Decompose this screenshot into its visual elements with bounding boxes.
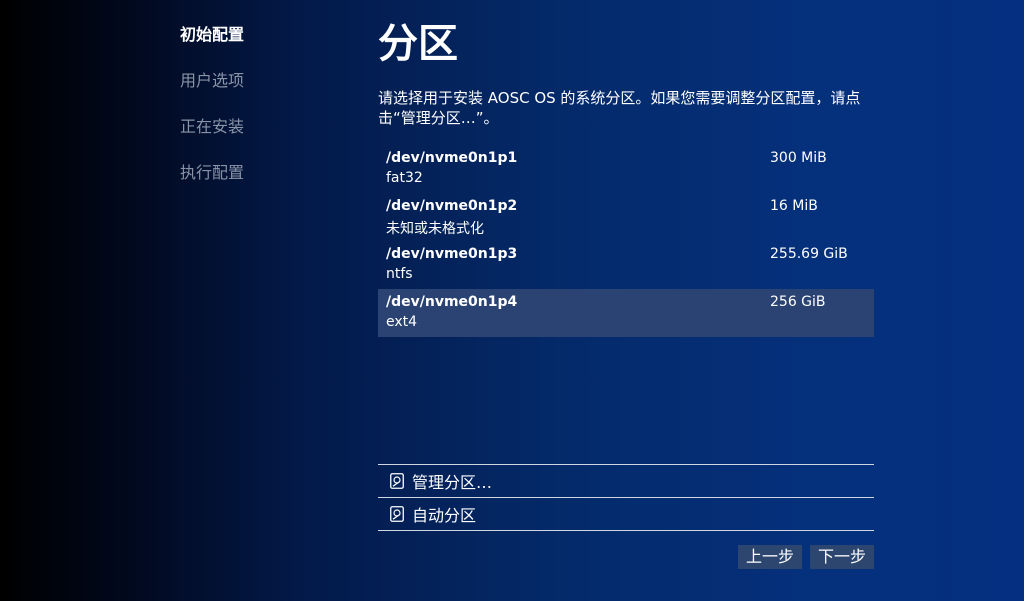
partition-filesystem: ext4 xyxy=(386,314,418,330)
partition-size: 300 MiB xyxy=(770,150,827,166)
back-button[interactable]: 上一步 xyxy=(738,545,802,569)
page-description: 请选择用于安装 AOSC OS 的系统分区。如果您需要调整分区配置，请点击“管理… xyxy=(378,89,861,127)
main-panel: 分区 请选择用于安装 AOSC OS 的系统分区。如果您需要调整分区配置，请点击… xyxy=(378,18,874,337)
partition-filesystem: fat32 xyxy=(386,170,423,186)
partition-row[interactable]: /dev/nvme0n1p3 ntfs 255.69 GiB xyxy=(378,241,874,289)
partition-size: 255.69 GiB xyxy=(770,246,848,262)
page-title: 分区 xyxy=(378,21,458,67)
step-sidebar: 初始配置 用户选项 正在安装 执行配置 xyxy=(180,22,244,206)
partition-filesystem: 未知或未格式化 xyxy=(386,221,484,237)
partition-size: 16 MiB xyxy=(770,198,818,214)
partition-row[interactable]: /dev/nvme0n1p2 未知或未格式化 16 MiB xyxy=(378,193,874,241)
partition-path: /dev/nvme0n1p1 xyxy=(386,150,518,166)
partition-size: 256 GiB xyxy=(770,294,826,310)
auto-partition-button[interactable]: 自动分区 xyxy=(378,498,874,531)
partition-path: /dev/nvme0n1p2 xyxy=(386,198,518,214)
manage-partitions-label: 管理分区… xyxy=(412,473,493,492)
partition-actions: 管理分区… 自动分区 xyxy=(378,464,874,531)
disk-edit-icon xyxy=(390,473,404,489)
step-initial-config: 初始配置 xyxy=(180,25,245,44)
step-user-options: 用户选项 xyxy=(180,71,245,90)
manage-partitions-button[interactable]: 管理分区… xyxy=(378,465,874,498)
nav-buttons: 上一步 下一步 xyxy=(738,545,874,569)
partition-list: /dev/nvme0n1p1 fat32 300 MiB /dev/nvme0n… xyxy=(378,145,874,337)
partition-path: /dev/nvme0n1p4 xyxy=(386,294,518,310)
step-post-config: 执行配置 xyxy=(180,163,245,182)
partition-path: /dev/nvme0n1p3 xyxy=(386,246,518,262)
auto-partition-label: 自动分区 xyxy=(412,506,477,525)
step-installing: 正在安装 xyxy=(180,117,245,136)
partition-filesystem: ntfs xyxy=(386,266,413,282)
partition-row-selected[interactable]: /dev/nvme0n1p4 ext4 256 GiB xyxy=(378,289,874,337)
next-button[interactable]: 下一步 xyxy=(810,545,874,569)
partition-row[interactable]: /dev/nvme0n1p1 fat32 300 MiB xyxy=(378,145,874,193)
disk-edit-icon xyxy=(390,506,404,522)
